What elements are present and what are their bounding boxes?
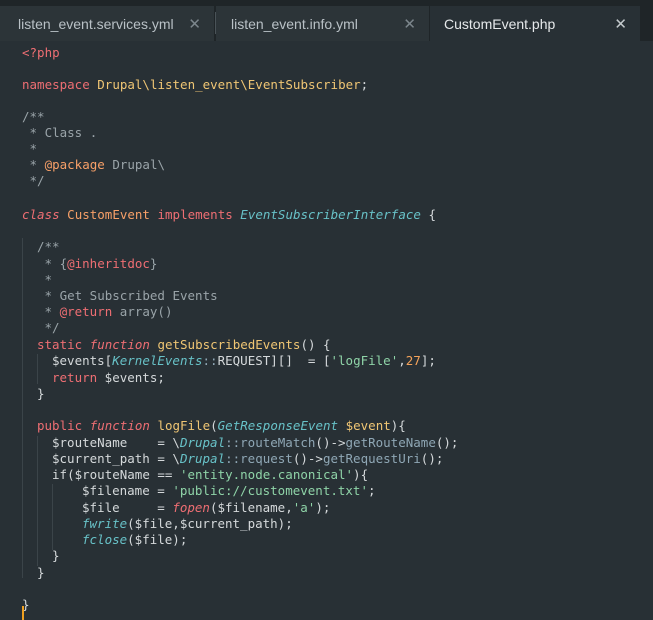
tab-bar: listen_event.services.yml ✕ listen_event… [0,0,653,42]
tab-custom-event[interactable]: CustomEvent.php ✕ [430,6,640,41]
code-line: /** [37,239,60,254]
code-line: namespace Drupal\listen_event\EventSubsc… [22,77,369,92]
code-line: */ [37,320,60,335]
tab-label: listen_event.info.yml [231,15,358,32]
tab-listen-event-info[interactable]: listen_event.info.yml ✕ [216,6,429,41]
code-line: * Class . [22,125,98,140]
code-line: * @return array() [37,304,173,319]
indent-guide [52,484,53,550]
indent-guide [37,436,38,566]
code-line: } [52,548,60,563]
tab-label: listen_event.services.yml [18,15,174,32]
code-line: if($routeName == 'entity.node.canonical'… [52,467,369,482]
code-line: public function logFile(GetResponseEvent… [37,418,406,433]
code-line: /** [22,109,45,124]
code-line: */ [22,173,45,188]
code-line: * {@inheritdoc} [37,256,158,271]
code-line: } [37,565,45,580]
code-line: $current_path = \Drupal::request()->getR… [52,451,444,466]
tab-label: CustomEvent.php [444,15,556,32]
code-line: $events[KernelEvents::REQUEST][] = ['log… [52,353,436,368]
code-line: $file = fopen($filename,'a'); [82,500,331,515]
code-line: * [37,272,53,287]
code-line: <?php [22,45,60,60]
indent-guide [22,238,23,578]
code-line: return $events; [52,370,165,385]
close-icon[interactable]: ✕ [403,15,416,33]
text-cursor [22,606,24,620]
code-line: $routeName = \Drupal::routeMatch()->getR… [52,435,459,450]
close-icon[interactable]: ✕ [614,15,627,33]
code-line: class CustomEvent implements EventSubscr… [22,207,436,222]
indent-guide [37,354,38,384]
close-icon[interactable]: ✕ [188,15,201,33]
code-line: * [22,141,38,156]
code-line: * @package Drupal\ [22,157,166,172]
code-line: fclose($file); [82,532,188,547]
tab-listen-event-services[interactable]: listen_event.services.yml ✕ [0,6,214,41]
code-line: fwrite($file,$current_path); [82,516,293,531]
code-line: $filename = 'public://customevent.txt'; [82,483,376,498]
code-line: } [37,386,45,401]
code-line: * Get Subscribed Events [37,288,218,303]
code-line: static function getSubscribedEvents() { [37,337,331,352]
